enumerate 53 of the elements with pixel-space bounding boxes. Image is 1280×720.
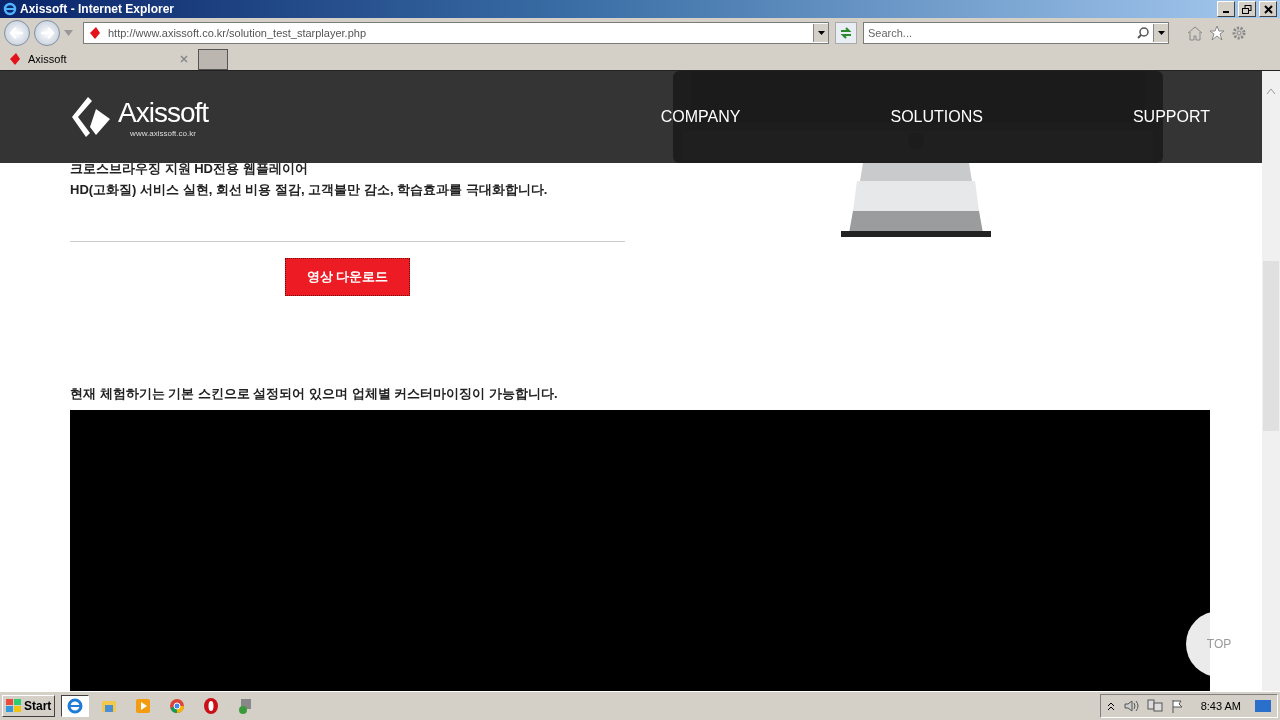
caret-icon bbox=[817, 31, 825, 35]
opera-icon bbox=[202, 697, 221, 715]
restore-button[interactable] bbox=[1238, 1, 1256, 17]
site-logo-icon bbox=[88, 26, 102, 40]
close-button[interactable] bbox=[1259, 1, 1277, 17]
browser-icon bbox=[3, 2, 17, 16]
arrow-left-icon bbox=[10, 27, 24, 39]
dropdown-button[interactable] bbox=[1153, 24, 1168, 42]
start-button[interactable]: Start bbox=[2, 695, 56, 717]
dropdown-button[interactable] bbox=[813, 24, 828, 42]
new-tab-button[interactable] bbox=[198, 48, 228, 70]
speaker-icon[interactable] bbox=[1122, 699, 1139, 713]
arrow-right-icon bbox=[40, 27, 54, 39]
scroll-up-icon[interactable] bbox=[1266, 87, 1276, 95]
subtitle: 크로스브라우징 지원 HD전용 웹플레이어 bbox=[70, 160, 309, 178]
logo-url: www.axissoft.co.kr bbox=[130, 128, 196, 138]
notice-text: 현재 체험하기는 기본 스킨으로 설정되어 있으며 업체별 커스터마이징이 가능합니다. bbox=[70, 385, 559, 403]
show-desktop-icon[interactable] bbox=[1255, 699, 1271, 713]
scrollbar[interactable] bbox=[1262, 71, 1280, 691]
taskbar-app[interactable] bbox=[61, 695, 90, 717]
star-icon[interactable] bbox=[1209, 25, 1225, 41]
windows-logo-icon bbox=[6, 699, 22, 713]
caret-icon[interactable] bbox=[64, 30, 73, 36]
flag-icon[interactable] bbox=[1170, 699, 1185, 713]
nav-link[interactable]: COMPANY bbox=[660, 108, 741, 126]
nav-link[interactable]: SUPPORT bbox=[1132, 108, 1210, 126]
search-icon[interactable] bbox=[1137, 27, 1149, 39]
close-icon[interactable] bbox=[180, 55, 188, 63]
download-button[interactable]: 영상 다운로드 bbox=[285, 258, 410, 296]
refresh-button[interactable] bbox=[835, 22, 857, 44]
address-bar[interactable]: http://www.axissoft.co.kr/solution_test_starplayer.php bbox=[83, 22, 829, 44]
chrome-icon bbox=[168, 697, 187, 715]
settings-icon[interactable] bbox=[1231, 25, 1247, 41]
close-icon bbox=[1263, 4, 1273, 14]
arrows-icon bbox=[839, 26, 853, 40]
home-icon[interactable] bbox=[1187, 25, 1203, 41]
play-icon bbox=[134, 697, 153, 715]
logo-text: Axissoft bbox=[118, 96, 209, 129]
browser-icon bbox=[66, 697, 85, 715]
back-button[interactable] bbox=[4, 20, 30, 46]
description: HD(고화질) 서비스 실현, 회선 비용 절감, 고객불만 감소, 학습효과를 극대화합니다. bbox=[70, 181, 549, 199]
nav-link[interactable]: SOLUTIONS bbox=[890, 108, 983, 126]
window-title: Axissoft - Internet Explorer bbox=[20, 2, 176, 16]
site-logo-icon bbox=[8, 52, 22, 66]
chevron-up-icon[interactable] bbox=[1106, 701, 1115, 711]
forward-button[interactable] bbox=[34, 20, 60, 46]
caret-icon bbox=[1157, 31, 1165, 35]
clock: 8:43 AM bbox=[1200, 700, 1241, 712]
minimize-button[interactable] bbox=[1217, 1, 1235, 17]
network-icon[interactable] bbox=[1146, 699, 1163, 713]
scroll-thumb[interactable] bbox=[1263, 261, 1279, 431]
restore-icon bbox=[1242, 4, 1252, 14]
search-field[interactable]: Search... bbox=[863, 22, 1169, 44]
